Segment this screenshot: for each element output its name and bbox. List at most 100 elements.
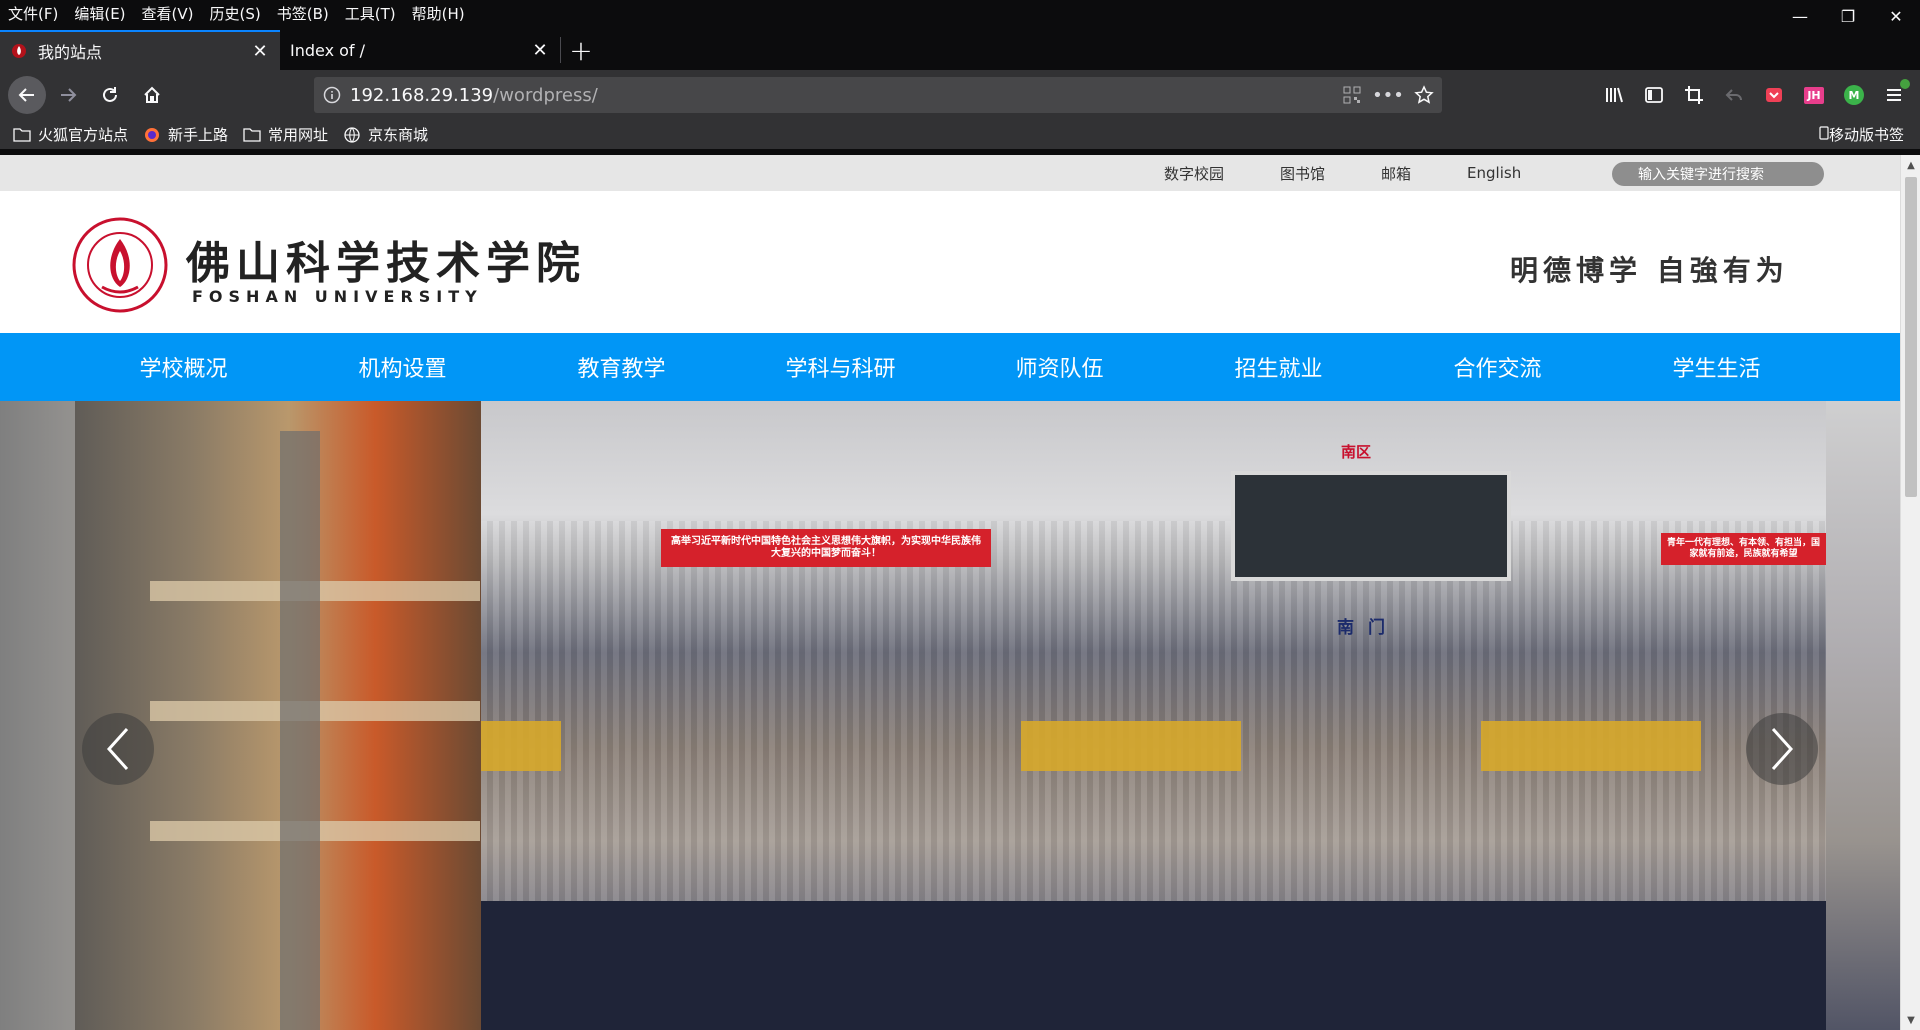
url-path: /wordpress/ xyxy=(493,84,598,106)
tab-bar: 我的站点 ✕ Index of / ✕ + xyxy=(0,26,1920,70)
hamburger-menu-icon[interactable] xyxy=(1874,75,1914,115)
bookmark-label: 常用网址 xyxy=(268,126,329,144)
tab-label: Index of / xyxy=(290,40,366,60)
close-tab-icon[interactable]: ✕ xyxy=(250,41,270,62)
carousel-next-button[interactable] xyxy=(1746,713,1818,785)
nav-student-life[interactable]: 学生生活 xyxy=(1607,333,1826,401)
window-controls: — ❐ ✕ xyxy=(1776,0,1920,32)
restore-icon[interactable]: ❐ xyxy=(1824,0,1872,32)
forward-button[interactable] xyxy=(48,75,88,115)
undo-close-icon[interactable] xyxy=(1714,75,1754,115)
navigation-toolbar: 192.168.29.139/wordpress/ ••• JH M xyxy=(0,70,1920,120)
chevron-left-icon xyxy=(106,727,129,771)
mobile-bookmarks[interactable]: 移动版书签 xyxy=(1819,124,1904,145)
site-favicon-icon xyxy=(10,42,28,60)
nav-school-overview[interactable]: 学校概况 xyxy=(74,333,293,401)
nav-education[interactable]: 教育教学 xyxy=(512,333,731,401)
nav-cooperation[interactable]: 合作交流 xyxy=(1388,333,1607,401)
gate-sign: 南门 xyxy=(1337,618,1399,638)
university-motto: 明德博学 自強有为 xyxy=(1510,254,1789,287)
bookmark-label: 火狐官方站点 xyxy=(38,126,129,144)
tab-index-of[interactable]: Index of / ✕ xyxy=(280,30,560,70)
audience-crowd xyxy=(481,521,1826,901)
slogan-banner-left: 高举习近平新时代中国特色社会主义思想伟大旗帜，为实现中华民族伟大复兴的中国梦而奋… xyxy=(661,529,991,567)
bookmarks-toolbar: 火狐官方站点 新手上路 常用网址 京东商城 移动版书签 xyxy=(0,120,1920,150)
new-tab-button[interactable]: + xyxy=(561,30,601,70)
screenshot-crop-icon[interactable] xyxy=(1674,75,1714,115)
bookmark-star-icon[interactable] xyxy=(1406,85,1442,105)
menu-bar: 文件(F) 编辑(E) 查看(V) 历史(S) 书签(B) 工具(T) 帮助(H… xyxy=(0,0,1920,26)
hero-carousel: 南区 高举习近平新时代中国特色社会主义思想伟大旗帜，为实现中华民族伟大复兴的中国… xyxy=(0,401,1900,1030)
zone-sign: 南区 xyxy=(1341,443,1372,461)
yellow-seats xyxy=(481,721,561,771)
menu-help[interactable]: 帮助(H) xyxy=(404,3,473,24)
nav-organization[interactable]: 机构设置 xyxy=(293,333,512,401)
link-digital-campus[interactable]: 数字校园 xyxy=(1164,163,1224,184)
qr-code-icon[interactable] xyxy=(1334,86,1370,104)
stage-table xyxy=(481,901,1826,1030)
pocket-icon[interactable] xyxy=(1754,75,1794,115)
globe-icon xyxy=(342,126,362,144)
bookmark-label: 京东商城 xyxy=(368,126,429,144)
close-window-icon[interactable]: ✕ xyxy=(1872,0,1920,32)
menu-history[interactable]: 历史(S) xyxy=(202,3,269,24)
home-button[interactable] xyxy=(132,75,172,115)
carousel-prev-button[interactable] xyxy=(82,713,154,785)
update-badge-icon xyxy=(1900,79,1910,89)
bookmark-label: 新手上路 xyxy=(168,126,229,144)
m-badge: M xyxy=(1844,85,1864,105)
bookmark-firefox-site[interactable]: 火狐官方站点 xyxy=(12,124,128,145)
link-english[interactable]: English xyxy=(1467,164,1521,182)
back-arrow-icon xyxy=(18,88,34,102)
slogan-banner-right: 青年一代有理想、有本领、有担当，国家就有前途，民族就有希望 xyxy=(1661,533,1826,565)
bookmark-jd[interactable]: 京东商城 xyxy=(342,124,428,145)
url-actions: ••• xyxy=(1334,77,1442,113)
menu-view[interactable]: 查看(V) xyxy=(134,3,202,24)
url-bar[interactable]: 192.168.29.139/wordpress/ ••• xyxy=(314,77,1442,113)
minimize-icon[interactable]: — xyxy=(1776,0,1824,32)
scroll-down-icon[interactable]: ▼ xyxy=(1901,1010,1920,1030)
nav-admissions[interactable]: 招生就业 xyxy=(1169,333,1388,401)
reload-button[interactable] xyxy=(90,75,130,115)
bookmark-common-urls[interactable]: 常用网址 xyxy=(242,124,328,145)
university-seal-icon[interactable] xyxy=(72,217,168,313)
scrollbar-thumb[interactable] xyxy=(1905,177,1917,497)
chevron-right-icon xyxy=(1771,727,1794,771)
current-slide-image[interactable]: 南区 高举习近平新时代中国特色社会主义思想伟大旗帜，为实现中华民族伟大复兴的中国… xyxy=(481,401,1826,1030)
previous-slide-image xyxy=(0,401,481,1030)
scroll-up-icon[interactable]: ▲ xyxy=(1901,155,1920,175)
next-slide-image xyxy=(1826,401,1900,1030)
site-search-input[interactable]: 输入关键字进行搜索 xyxy=(1612,162,1824,186)
yellow-seats xyxy=(1021,721,1241,771)
menu-bookmarks[interactable]: 书签(B) xyxy=(269,3,337,24)
site-info-icon[interactable] xyxy=(314,86,350,104)
close-tab-icon[interactable]: ✕ xyxy=(530,40,550,61)
nav-faculty[interactable]: 师资队伍 xyxy=(950,333,1169,401)
back-button[interactable] xyxy=(8,76,46,114)
nav-research[interactable]: 学科与科研 xyxy=(731,333,950,401)
folder-icon xyxy=(12,126,32,144)
tab-my-site[interactable]: 我的站点 ✕ xyxy=(0,30,280,70)
page-actions-icon[interactable]: ••• xyxy=(1370,85,1406,106)
yellow-seats xyxy=(1481,721,1701,771)
menu-tools[interactable]: 工具(T) xyxy=(337,3,404,24)
bookmark-getting-started[interactable]: 新手上路 xyxy=(142,124,228,145)
university-name-en: FOSHAN UNIVERSITY xyxy=(192,287,483,306)
arena-screen xyxy=(1231,471,1511,581)
vertical-scrollbar[interactable]: ▲ ▼ xyxy=(1900,155,1920,1030)
top-links: 数字校园 图书馆 邮箱 English xyxy=(1164,155,1521,191)
tab-label: 我的站点 xyxy=(38,43,103,62)
menu-edit[interactable]: 编辑(E) xyxy=(66,3,133,24)
main-navigation: 学校概况 机构设置 教育教学 学科与科研 师资队伍 招生就业 合作交流 学生生活 xyxy=(0,333,1900,401)
university-name-cn[interactable]: 佛山科学技术学院 xyxy=(186,227,586,291)
link-library[interactable]: 图书馆 xyxy=(1280,163,1325,184)
library-icon[interactable] xyxy=(1594,75,1634,115)
m-extension-icon[interactable]: M xyxy=(1834,75,1874,115)
home-icon xyxy=(144,86,160,103)
menu-file[interactable]: 文件(F) xyxy=(0,3,66,24)
link-mailbox[interactable]: 邮箱 xyxy=(1381,163,1411,184)
sidebar-icon[interactable] xyxy=(1634,75,1674,115)
machine-pillar xyxy=(280,431,320,1030)
jh-extension-icon[interactable]: JH xyxy=(1794,75,1834,115)
folder-icon xyxy=(242,126,262,144)
